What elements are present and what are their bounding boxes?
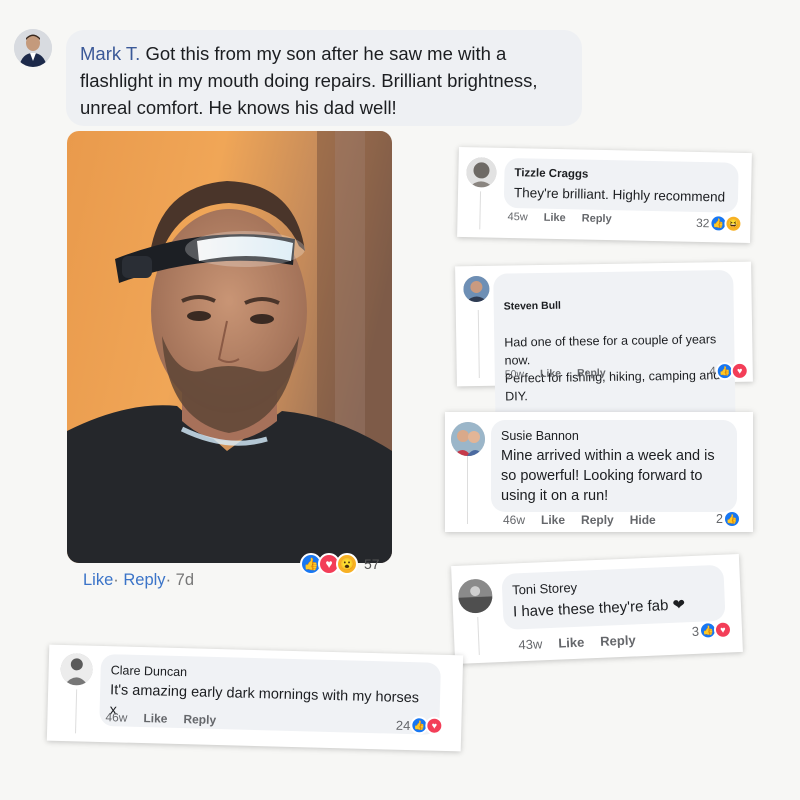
reaction-count: 57: [364, 556, 380, 572]
like-link[interactable]: Like: [558, 635, 585, 651]
comment-bubble: Susie Bannon Mine arrived within a week …: [491, 420, 737, 512]
like-link[interactable]: Like: [544, 212, 566, 224]
like-link[interactable]: Like: [540, 368, 561, 380]
avatar[interactable]: [14, 29, 52, 67]
avatar[interactable]: [60, 652, 94, 686]
like-link[interactable]: Like: [541, 513, 565, 527]
comment-meta: 43w Like Reply: [518, 632, 636, 653]
comment-meta: 46w Like Reply Hide: [503, 513, 656, 527]
comment-reactions[interactable]: 3 👍 ♥: [691, 620, 733, 640]
avatar[interactable]: [463, 275, 490, 303]
comment-meta: 45w Like Reply: [507, 210, 612, 226]
like-icon: 👍: [723, 510, 741, 528]
comment-author[interactable]: Susie Bannon: [501, 426, 727, 446]
comment-meta: 50w Like Reply: [504, 366, 606, 381]
comment-bubble: Toni Storey I have these they're fab ❤: [501, 564, 726, 630]
like-link[interactable]: Like: [83, 571, 113, 589]
post-time: 7d: [175, 571, 195, 589]
comment-text: Mine arrived within a week and is so pow…: [501, 448, 715, 504]
reply-link[interactable]: Reply: [600, 632, 636, 648]
comment-bubble: Tizzle Craggs They're brilliant. Highly …: [503, 157, 739, 213]
post-photo[interactable]: [67, 131, 392, 563]
avatar[interactable]: [466, 157, 497, 188]
comment-bubble: Steven Bull Had one of these for a coupl…: [493, 269, 736, 430]
post-text: Got this from my son after he saw me wit…: [80, 43, 538, 118]
comment-card: Susie Bannon Mine arrived within a week …: [445, 412, 753, 532]
wow-icon: 😮: [336, 553, 358, 575]
comment-reactions[interactable]: 4 👍 ♥: [709, 361, 749, 381]
comment-card: Tizzle Craggs They're brilliant. Highly …: [457, 146, 752, 244]
post-bubble: Mark T. Got this from my son after he sa…: [66, 30, 582, 126]
reply-link[interactable]: Reply: [577, 367, 606, 379]
like-link[interactable]: Like: [143, 711, 167, 726]
avatar[interactable]: [451, 422, 485, 456]
reply-link[interactable]: Reply: [123, 571, 165, 589]
avatar[interactable]: [457, 578, 494, 614]
comment-card: Toni Storey I have these they're fab ❤ 4…: [451, 554, 743, 664]
hide-link[interactable]: Hide: [630, 513, 656, 527]
comment-reactions[interactable]: 2 👍: [716, 510, 741, 528]
post-author[interactable]: Mark T.: [80, 43, 140, 64]
comment-card: Clare Duncan It's amazing early dark mor…: [46, 644, 464, 752]
comment-text: They're brilliant. Highly recommend: [513, 185, 726, 205]
comment-reactions[interactable]: 24 👍 ♥: [396, 716, 444, 735]
post-reactions[interactable]: 👍 ♥ 😮 57: [300, 551, 380, 577]
love-icon: ♥: [425, 716, 444, 735]
haha-icon: 😆: [724, 214, 743, 233]
post-actions: Like· Reply· 7d: [83, 571, 195, 589]
comment-reactions[interactable]: 32 👍 😆: [696, 214, 743, 233]
reply-link[interactable]: Reply: [582, 213, 612, 226]
reply-link[interactable]: Reply: [183, 712, 216, 727]
comment-author[interactable]: Steven Bull: [504, 294, 724, 315]
love-icon: ♥: [713, 620, 733, 640]
comment-card: Steven Bull Had one of these for a coupl…: [455, 261, 753, 430]
reply-link[interactable]: Reply: [581, 513, 614, 527]
love-icon: ♥: [730, 361, 749, 381]
